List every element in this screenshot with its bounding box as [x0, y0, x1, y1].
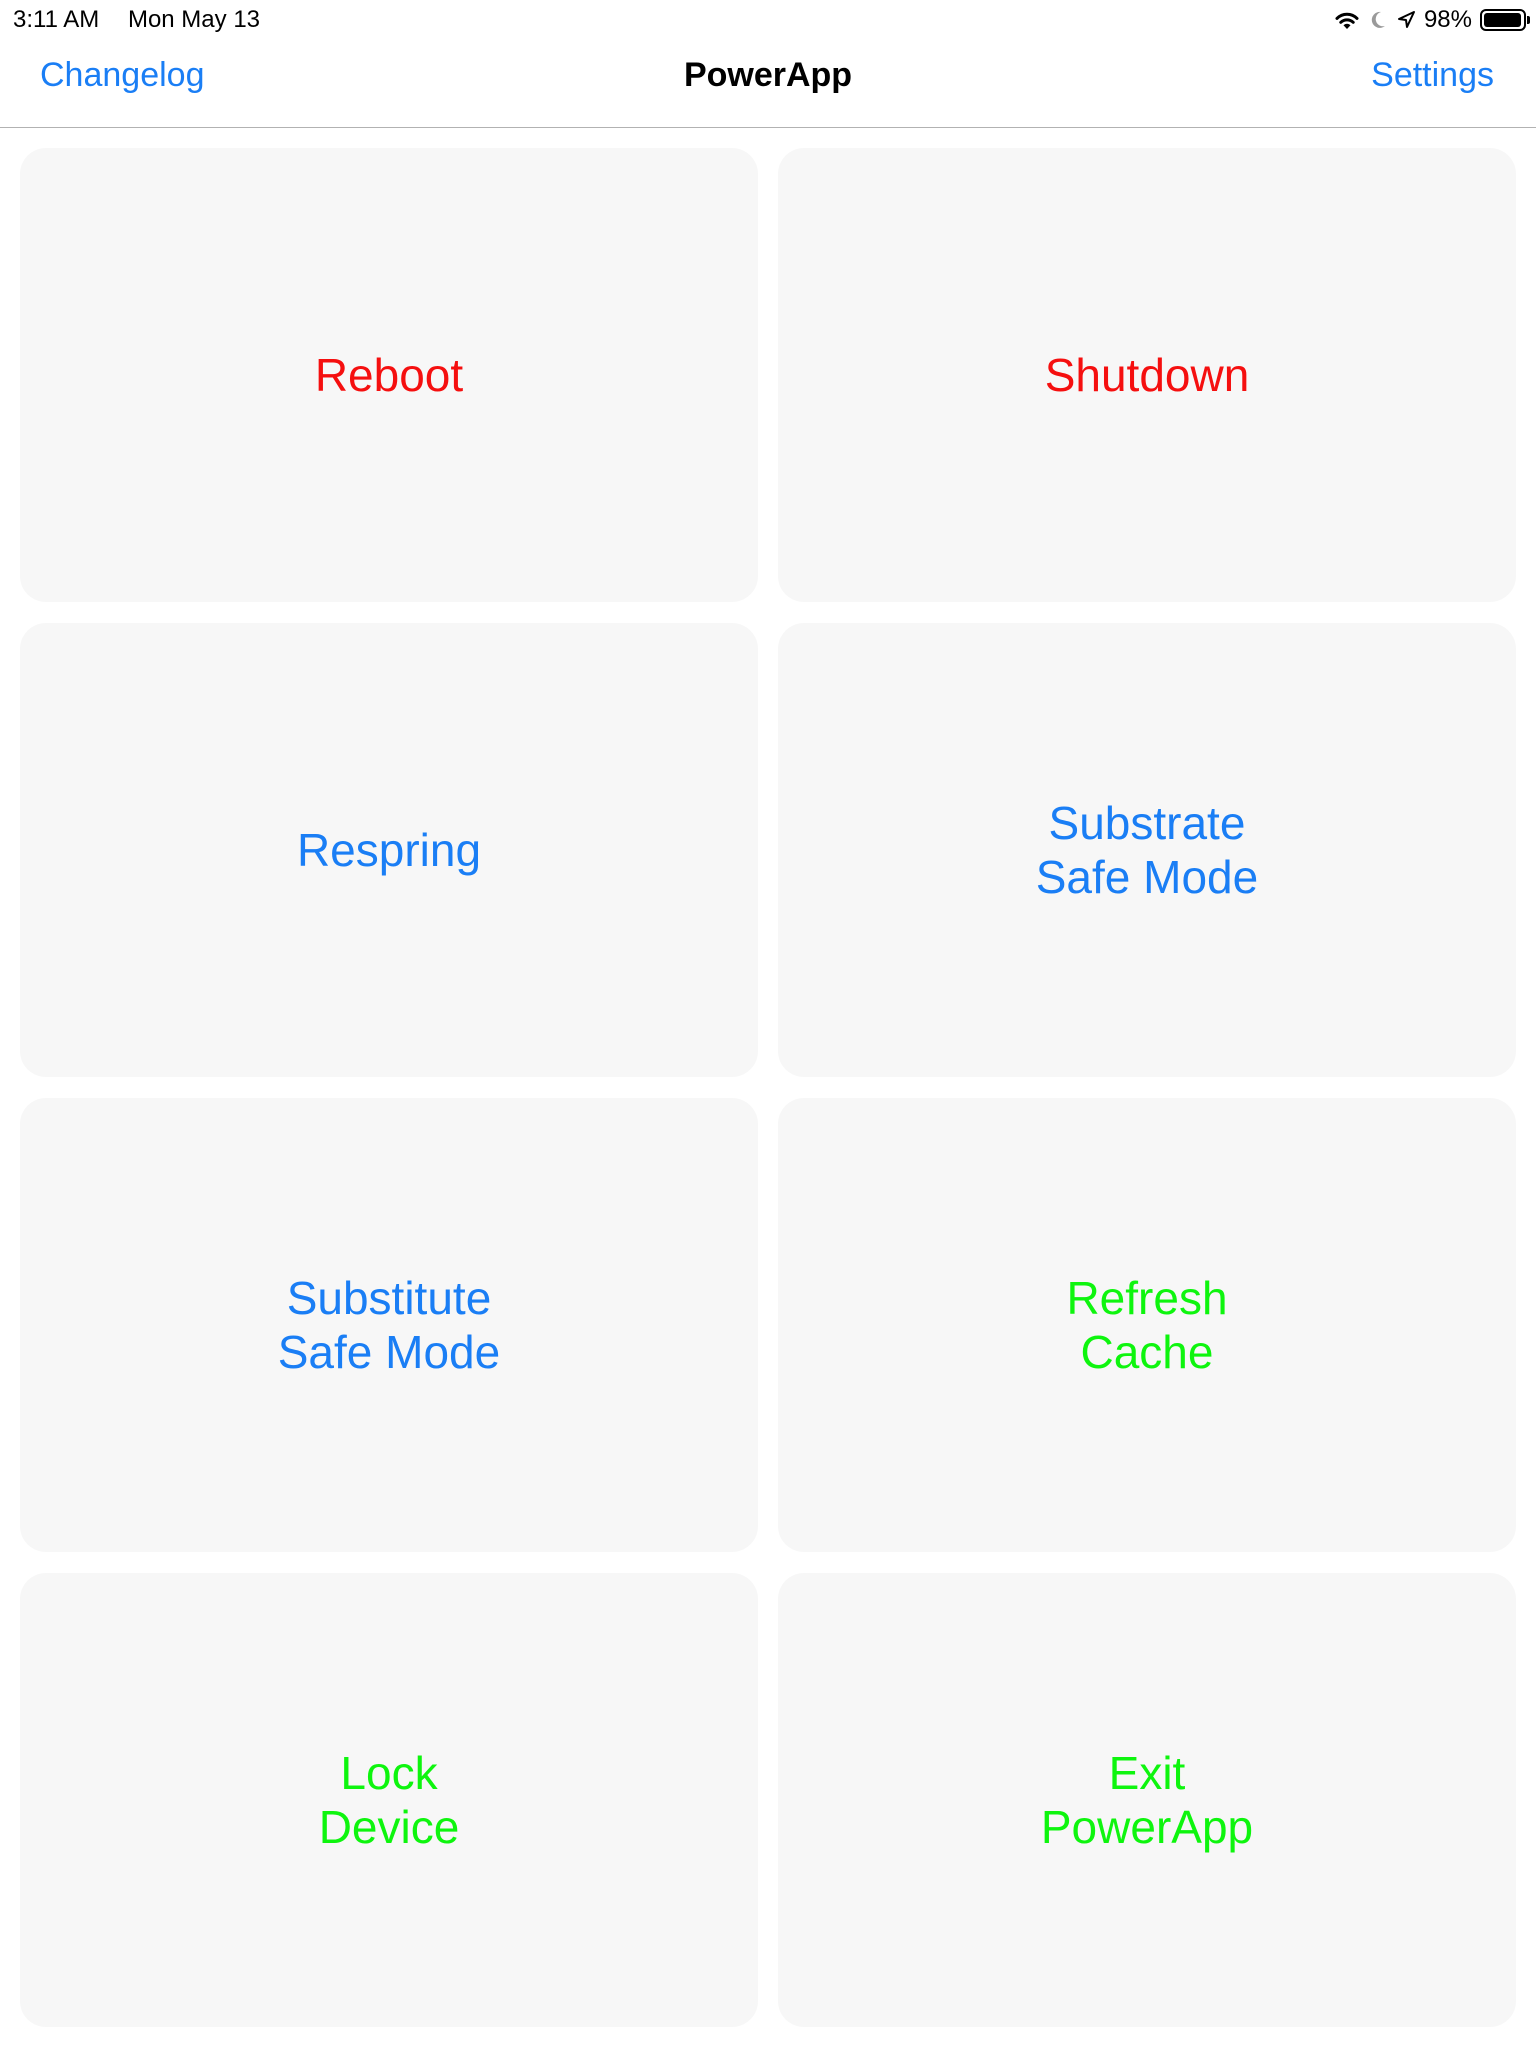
substitute-safe-mode-label: Substitute Safe Mode	[277, 1272, 501, 1378]
lock-device-button[interactable]: Lock Device	[20, 1573, 758, 2027]
status-left: 3:11 AM Mon May 13	[13, 6, 260, 34]
status-right: 98%	[1334, 6, 1530, 34]
reboot-label: Reboot	[314, 349, 464, 401]
shutdown-button[interactable]: Shutdown	[778, 148, 1516, 602]
action-grid: Reboot Shutdown Respring Substrate Safe …	[20, 148, 1516, 2027]
status-time: 3:11 AM	[13, 6, 100, 33]
wifi-icon	[1334, 9, 1360, 31]
settings-button[interactable]: Settings	[1371, 56, 1494, 95]
battery-fill	[1484, 13, 1522, 27]
status-bar: 3:11 AM Mon May 13 98%	[0, 0, 1536, 40]
exit-powerapp-label: Exit PowerApp	[1040, 1747, 1254, 1853]
substitute-safe-mode-button[interactable]: Substitute Safe Mode	[20, 1098, 758, 1552]
lock-device-label: Lock Device	[318, 1747, 460, 1853]
reboot-button[interactable]: Reboot	[20, 148, 758, 602]
status-date: Mon May 13	[127, 6, 261, 33]
battery-icon	[1480, 9, 1530, 31]
shutdown-label: Shutdown	[1044, 349, 1250, 401]
navigation-bar: Changelog PowerApp Settings	[0, 40, 1536, 128]
respring-label: Respring	[296, 824, 482, 876]
page-title: PowerApp	[683, 56, 853, 94]
substrate-safe-mode-label: Substrate Safe Mode	[1035, 797, 1259, 903]
substrate-safe-mode-button[interactable]: Substrate Safe Mode	[778, 623, 1516, 1077]
moon-icon	[1368, 9, 1388, 31]
refresh-cache-button[interactable]: Refresh Cache	[778, 1098, 1516, 1552]
battery-percent: 98%	[1423, 6, 1472, 33]
location-arrow-icon	[1396, 9, 1416, 31]
exit-powerapp-button[interactable]: Exit PowerApp	[778, 1573, 1516, 2027]
refresh-cache-label: Refresh Cache	[1066, 1272, 1228, 1378]
respring-button[interactable]: Respring	[20, 623, 758, 1077]
